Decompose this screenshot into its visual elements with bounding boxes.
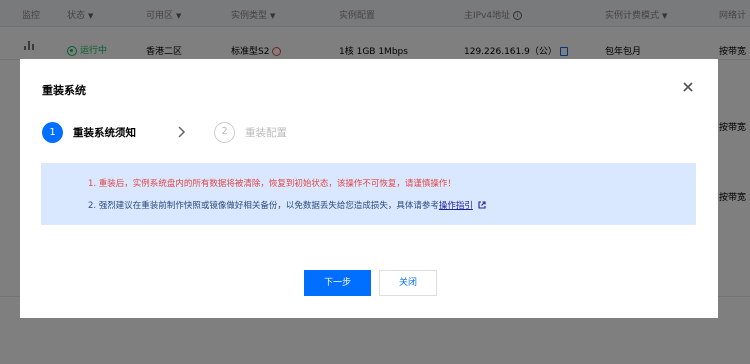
close-button[interactable]: 关闭 (379, 270, 437, 296)
external-link-icon[interactable] (478, 201, 486, 209)
step-1-label: 重装系统须知 (73, 127, 136, 139)
step-2: 2 重装配置 (214, 122, 287, 143)
close-icon[interactable] (681, 80, 695, 94)
next-step-button[interactable]: 下一步 (304, 270, 371, 296)
chevron-right-icon (177, 125, 187, 139)
operation-guide-link[interactable]: 操作指引 (439, 201, 473, 211)
dialog-title: 重装系统 (42, 84, 86, 97)
step-2-number: 2 (214, 122, 235, 143)
reinstall-system-dialog: 重装系统 1 重装系统须知 2 重装配置 1. 重装后，实例系统盘内的所有数据将… (20, 59, 718, 318)
notice-box: 1. 重装后，实例系统盘内的所有数据将被清除，恢复到初始状态，该操作不可恢复，请… (41, 163, 696, 225)
step-2-label: 重装配置 (245, 127, 287, 139)
step-1: 1 重装系统须知 (42, 122, 136, 143)
notice-warning-line: 1. 重装后，实例系统盘内的所有数据将被清除，恢复到初始状态，该操作不可恢复，请… (88, 179, 456, 189)
notice-advice-line: 2. 强烈建议在重装前制作快照或镜像做好相关备份，以免数据丢失给您造成损失，具体… (88, 199, 486, 211)
step-1-number: 1 (42, 122, 63, 143)
